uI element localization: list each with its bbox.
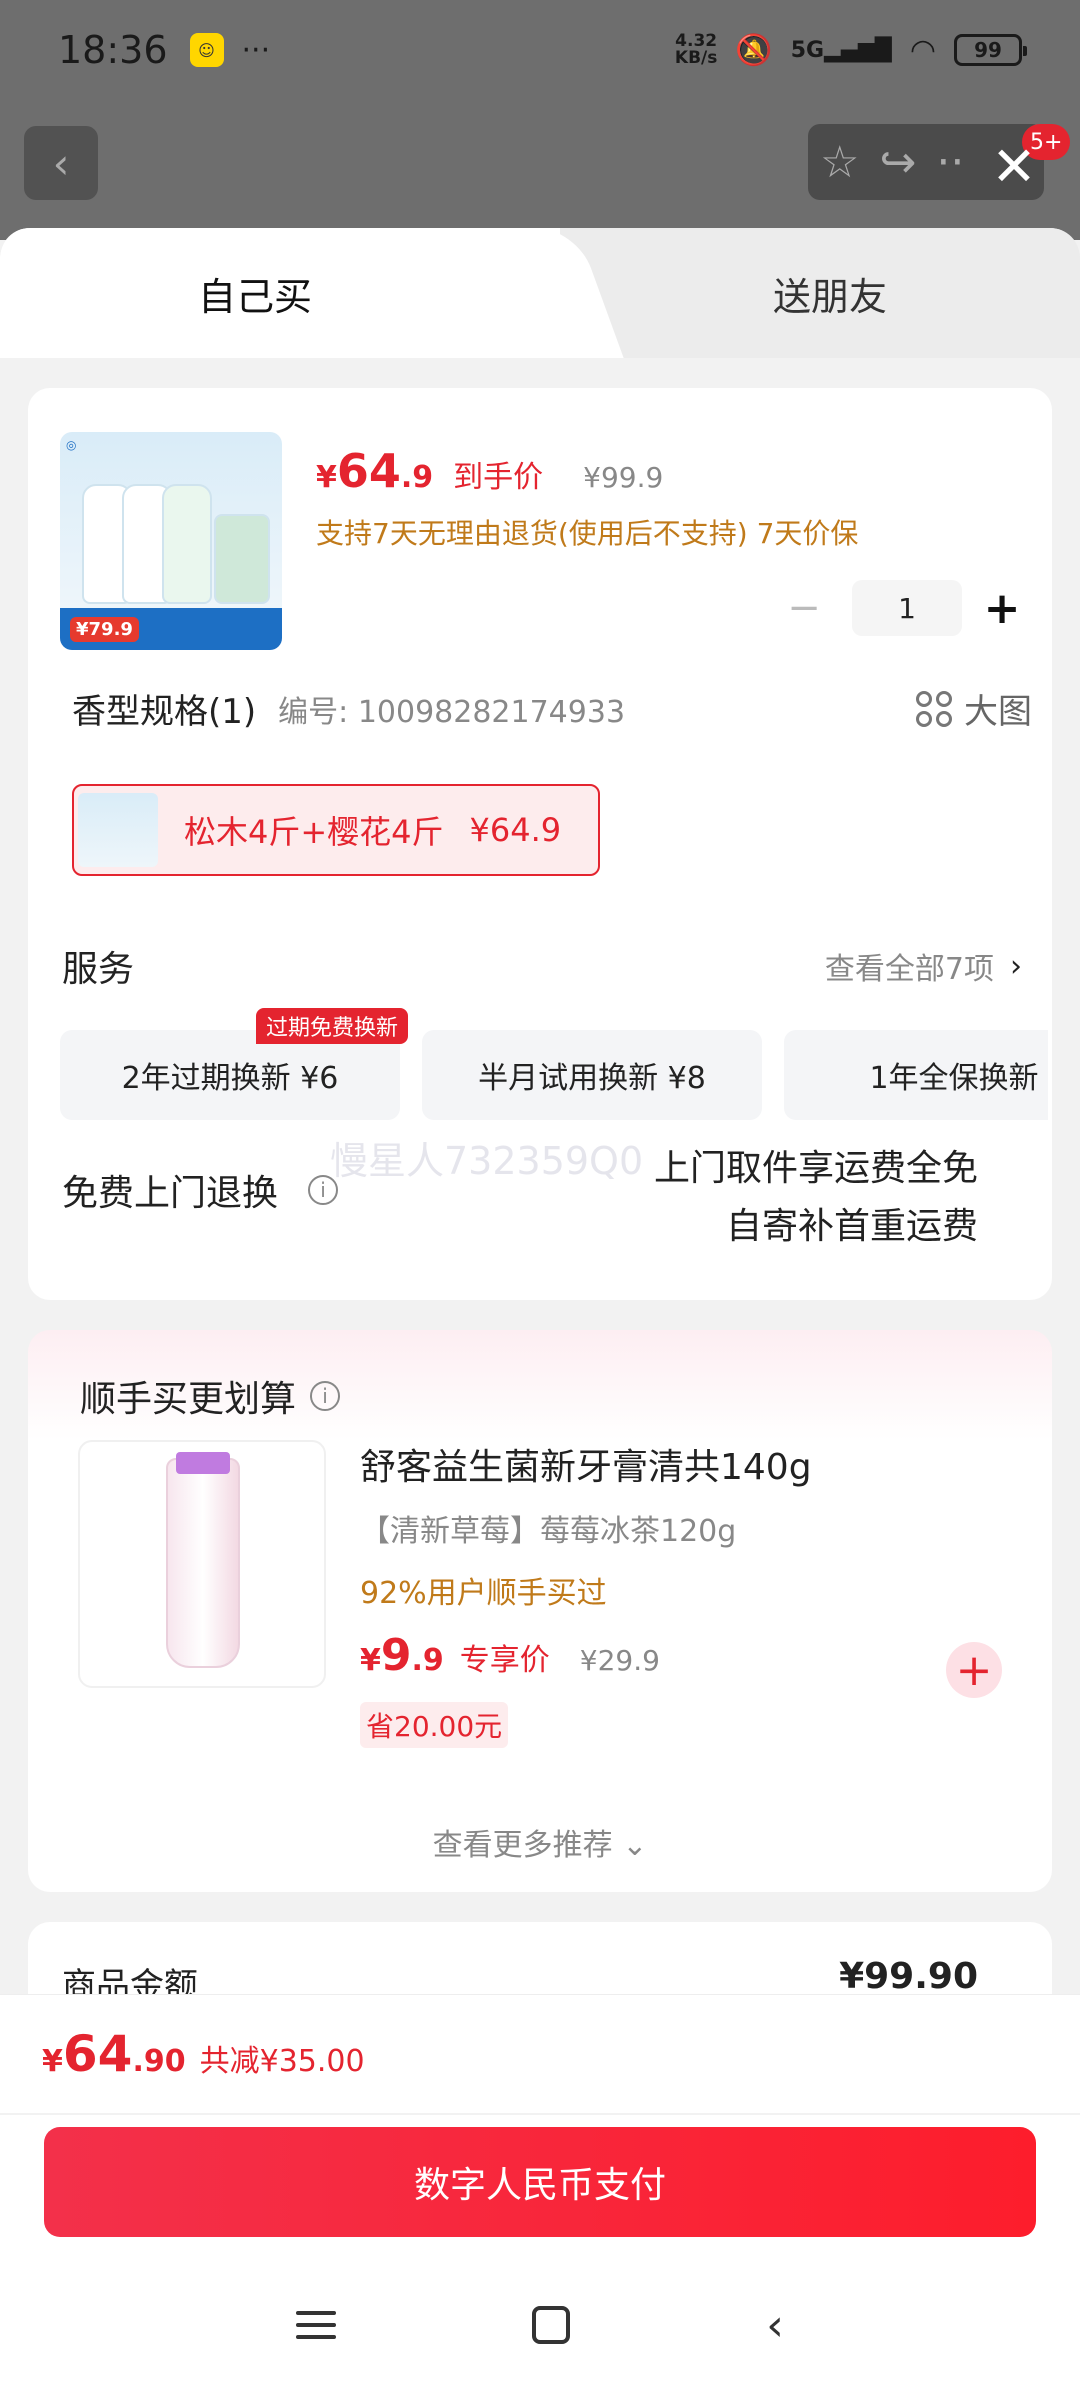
service-options: 2年过期换新 ¥6 半月试用换新 ¥8 1年全保换新 — [60, 1030, 1048, 1120]
tabs: 自己买 送朋友 — [0, 228, 1080, 358]
status-icons: 4.32 KB/s 🔕 5G▂▄▆█ ◠ 99 — [674, 31, 1027, 68]
service-guarantee: 支持7天无理由退货(使用后不支持) 7天价保 — [316, 517, 859, 550]
plus-icon[interactable]: + — [982, 583, 1022, 634]
service-title: 服务 — [62, 949, 135, 990]
divider — [0, 2113, 1080, 2115]
recommend-price: ¥ 9 .9 专享价 ¥29.9 — [360, 1630, 660, 1681]
recommend-title: 顺手买更划算 i — [80, 1370, 341, 1422]
back-button[interactable]: ‹ — [24, 126, 98, 200]
price-tag: 到手价 — [453, 460, 544, 495]
minus-icon[interactable]: − — [776, 585, 832, 631]
star-icon[interactable]: ☆ — [820, 137, 859, 188]
tab-gift-friend[interactable]: 送朋友 — [580, 228, 1080, 358]
tab-buy-for-self[interactable]: 自己买 — [0, 228, 560, 358]
plus-icon: + — [955, 1644, 993, 1696]
battery-icon: 99 — [954, 34, 1027, 66]
recommend-card: 顺手买更划算 i 舒客益生菌新牙膏清共140g 【清新草莓】莓莓冰茶120g 9… — [28, 1330, 1052, 1892]
close-icon[interactable]: ✕ — [988, 135, 1040, 198]
spec-header: 香型规格(1) 编号: 10098282174933 大图 — [72, 684, 1032, 733]
total-price: ¥ 64 .90 共减¥35.00 — [42, 2025, 365, 2083]
view-all-services[interactable]: 查看全部7项 — [825, 944, 994, 988]
product-card: ◎ ¥79.9 ¥ 64 .9 到手价 ¥99.9 支持7天无理由退货(使用后不… — [28, 388, 1052, 1300]
image-price-banner: ¥79.9 — [60, 608, 282, 650]
info-icon[interactable]: i — [310, 1381, 341, 1411]
pay-button[interactable]: 数字人民币支付 — [44, 2127, 1036, 2237]
chevron-left-icon: ‹ — [52, 138, 70, 188]
wifi-icon: ◠ — [909, 32, 936, 68]
spec-title: 香型规格(1) — [72, 692, 257, 732]
product-price: ¥ 64 .9 到手价 ¥99.9 — [316, 444, 664, 498]
product-image[interactable]: ◎ ¥79.9 — [60, 432, 282, 650]
info-icon[interactable]: i — [308, 1175, 339, 1205]
quantity-stepper: − 1 + — [776, 580, 1022, 636]
chevron-right-icon[interactable]: › — [1010, 949, 1022, 984]
free-return-row: 免费上门退换 i — [62, 1164, 339, 1216]
free-return-desc: 上门取件享运费全免 自寄补首重运费 — [653, 1148, 978, 1247]
spec-option-selected[interactable]: 松木4斤+樱花4斤 ¥64.9 — [72, 784, 600, 876]
watermark: 慢星人732359Q0 — [330, 1139, 644, 1183]
product-number: 编号: 10098282174933 — [278, 694, 626, 730]
add-to-order-button[interactable]: + — [946, 1642, 1002, 1698]
recommend-bought-rate: 92%用户顺手买过 — [360, 1576, 607, 1611]
status-bar: 18:36 ☺ ··· 4.32 KB/s 🔕 5G▂▄▆█ ◠ 99 — [0, 0, 1080, 100]
system-nav-bar: ‹ — [0, 2285, 1080, 2365]
original-price: ¥29.9 — [579, 1644, 660, 1677]
service-badge: 过期免费换新 — [256, 1008, 409, 1044]
net-speed: 4.32 KB/s — [674, 31, 718, 68]
service-header: 服务 查看全部7项 › — [62, 940, 1022, 992]
big-image-button[interactable]: 大图 — [916, 684, 1032, 733]
total-discount: 共减¥35.00 — [199, 2044, 365, 2079]
app-notification-icon: ☺ — [189, 33, 224, 67]
signal-icon: 5G▂▄▆█ — [790, 37, 892, 63]
recommend-product-sku: 【清新草莓】莓莓冰茶120g — [360, 1514, 737, 1549]
mute-icon: 🔕 — [735, 32, 773, 68]
view-more-recommendations[interactable]: 查看更多推荐 ⌄ — [28, 1820, 1052, 1864]
amount-value: ¥99.90 — [839, 1956, 978, 1997]
free-return-title: 免费上门退换 — [62, 1173, 279, 1214]
service-option[interactable]: 半月试用换新 ¥8 — [422, 1030, 762, 1120]
original-price: ¥99.9 — [583, 461, 664, 494]
brand-logo: ◎ — [66, 438, 77, 452]
spec-thumbnail — [78, 793, 158, 867]
quantity-value[interactable]: 1 — [852, 580, 962, 636]
status-time: 18:36 — [58, 28, 168, 72]
checkout-bar: ¥ 64 .90 共减¥35.00 数字人民币支付 ‹ — [0, 1994, 1080, 2400]
recommend-product-name[interactable]: 舒客益生菌新牙膏清共140g — [360, 1438, 812, 1490]
recommend-product-image[interactable] — [78, 1440, 326, 1688]
share-icon[interactable]: ↪ — [879, 137, 916, 188]
more-notifications-icon: ··· — [241, 32, 271, 68]
back-icon[interactable]: ‹ — [766, 2300, 784, 2351]
savings-badge: 省20.00元 — [360, 1702, 509, 1748]
menu-icon[interactable] — [296, 2311, 337, 2339]
home-icon[interactable] — [532, 2306, 571, 2344]
grid-icon — [916, 690, 952, 727]
service-option[interactable]: 1年全保换新 — [784, 1030, 1048, 1120]
more-icon[interactable]: ·· — [936, 137, 964, 188]
